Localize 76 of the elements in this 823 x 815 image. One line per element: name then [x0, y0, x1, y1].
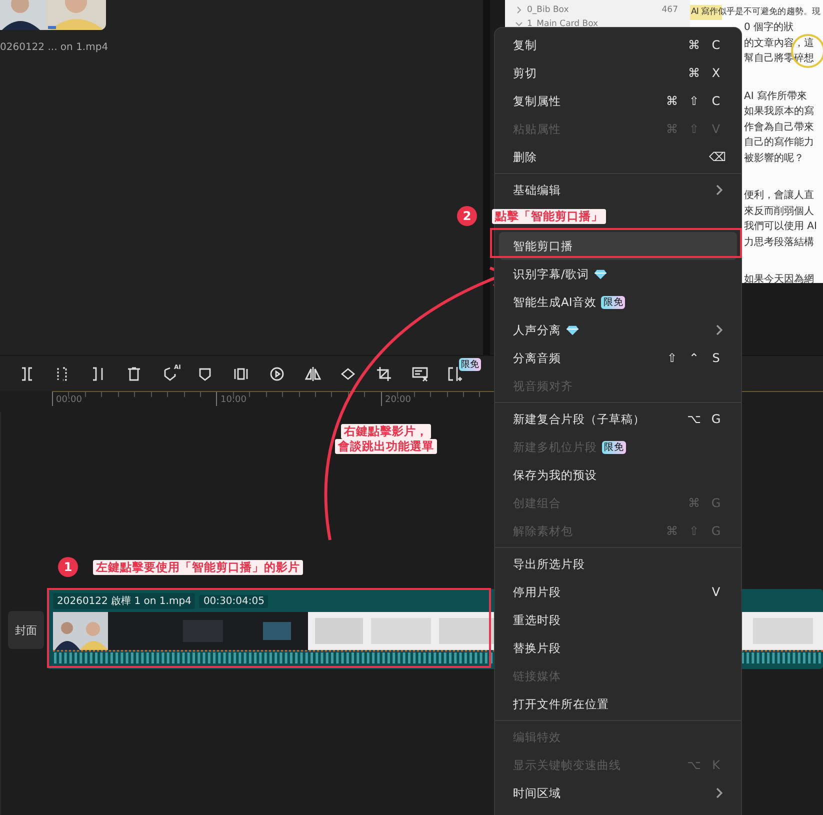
shortcut-key: ⌘ [687, 496, 701, 510]
shortcut-key: ⌃ [687, 351, 701, 365]
shortcut-key: ⇧ [687, 524, 701, 538]
document-text: AI 寫作所帶來 [744, 90, 807, 104]
folder-label[interactable]: 0_Bib Box [527, 5, 569, 15]
rotate-icon[interactable] [340, 366, 356, 382]
shortcut-key: ⌫ [709, 150, 723, 164]
folder-label[interactable]: 1_Main Card Box [527, 19, 598, 29]
document-text: 力思考段落結構 [744, 236, 814, 250]
callout-label: 點擊「智能剪口播」 [492, 208, 606, 224]
step-number: 1 [58, 557, 78, 577]
clip-duration: 00:30:04:05 [199, 594, 268, 608]
document-text: 如果今天因為網 [744, 273, 814, 287]
shortcut-key: ⇧ [687, 94, 701, 108]
shortcut-key: ⌘ [687, 38, 701, 52]
menu-item[interactable]: 导出所选片段 [495, 550, 741, 578]
shortcut-key: ⌘ [687, 66, 701, 80]
document-text: 如果我原本的寫 [744, 104, 814, 119]
shortcut-key: S [709, 351, 723, 365]
menu-item[interactable]: 人声分离 [495, 316, 741, 344]
shortcut-key: ⌘ [665, 94, 679, 108]
menu-item[interactable]: 识别字幕/歌词 [495, 260, 741, 288]
document-text: 我們可以使用 AI [744, 220, 817, 234]
document-text: 作會為自己帶來 [744, 120, 814, 134]
clip-name: 20260122 啟樺 1 on 1.mp4 [53, 593, 196, 609]
shortcut-key: G [709, 412, 723, 426]
free-badge: 限免 [601, 296, 626, 308]
callout-label: 右鍵點擊影片， [341, 424, 431, 439]
menu-item[interactable]: 删除 ⌫ [495, 143, 741, 171]
free-badge: 限免 [459, 358, 481, 371]
callout-label: 左鍵點擊要使用「智能剪口播」的影片 [93, 560, 303, 574]
document-text: 便利，會讓人直 [744, 188, 814, 203]
shortcut-key: ⌘ [665, 524, 679, 538]
menu-item[interactable]: 复制属性 ⌘ ⇧ C [495, 87, 741, 115]
document-text: AI 寫作似乎是不可避免的趨勢。現 [690, 5, 820, 20]
time-label: 10:00 [220, 395, 246, 405]
menu-item[interactable]: 替换片段 [495, 634, 741, 662]
shield-icon[interactable] [197, 366, 214, 382]
cover-button[interactable]: 封面 [8, 611, 44, 649]
time-label: 20:00 [385, 395, 411, 405]
shortcut-key: C [709, 38, 723, 52]
shortcut-key: ⌘ [665, 122, 679, 136]
menu-item[interactable]: 保存为我的预设 [495, 461, 741, 489]
shortcut-key: ⌥ [687, 412, 701, 426]
document-text: 自己的寫作能力 [744, 136, 814, 150]
menu-item[interactable]: 智能生成AI音效 限免 [495, 288, 741, 316]
crop-icon[interactable] [376, 366, 392, 382]
callout-label: 會談跳出功能選單 [335, 439, 437, 454]
play-icon[interactable] [268, 366, 285, 382]
menu-item[interactable]: 剪切 ⌘ X [495, 59, 741, 87]
shortcut-key: ⇧ [687, 122, 701, 136]
menu-item[interactable]: 复制 ⌘ C [495, 31, 741, 59]
free-badge: 限免 [602, 440, 626, 454]
shortcut-key: ⇧ [665, 351, 679, 365]
shortcut-key: ⌥ [687, 758, 701, 772]
document-text: 0 個字的狀 [744, 20, 794, 35]
menu-item[interactable]: 重选时段 [495, 606, 741, 634]
shortcut-key: X [709, 66, 723, 80]
menu-item[interactable]: 新建复合片段（子草稿） ⌥ G [495, 405, 741, 433]
time-label: 00:00 [56, 395, 82, 405]
menu-item[interactable]: 智能剪口播 [499, 232, 737, 260]
menu-item[interactable]: 打开文件所在位置 [495, 690, 741, 718]
document-text: 的文章內容，這 [744, 36, 814, 50]
item-count: 467 [662, 5, 678, 15]
document-text: 來反而削弱個人 [744, 204, 814, 218]
menu-item[interactable]: 时间区域 [495, 779, 741, 807]
split-icon[interactable] [19, 366, 35, 382]
delete-icon[interactable] [126, 366, 142, 382]
file-name: 0260122 ... on 1.mp4 [0, 42, 108, 53]
shortcut-key: C [709, 94, 723, 108]
mirror-icon[interactable] [304, 366, 320, 382]
menu-item[interactable]: 分离音频 ⇧ ⌃ S [495, 344, 741, 372]
chevron-down-icon[interactable] [515, 20, 523, 28]
document-text: 被影響的呢？ [744, 152, 804, 166]
menu-item[interactable]: 基础编辑 [495, 176, 741, 204]
freeze-icon[interactable] [233, 366, 250, 382]
